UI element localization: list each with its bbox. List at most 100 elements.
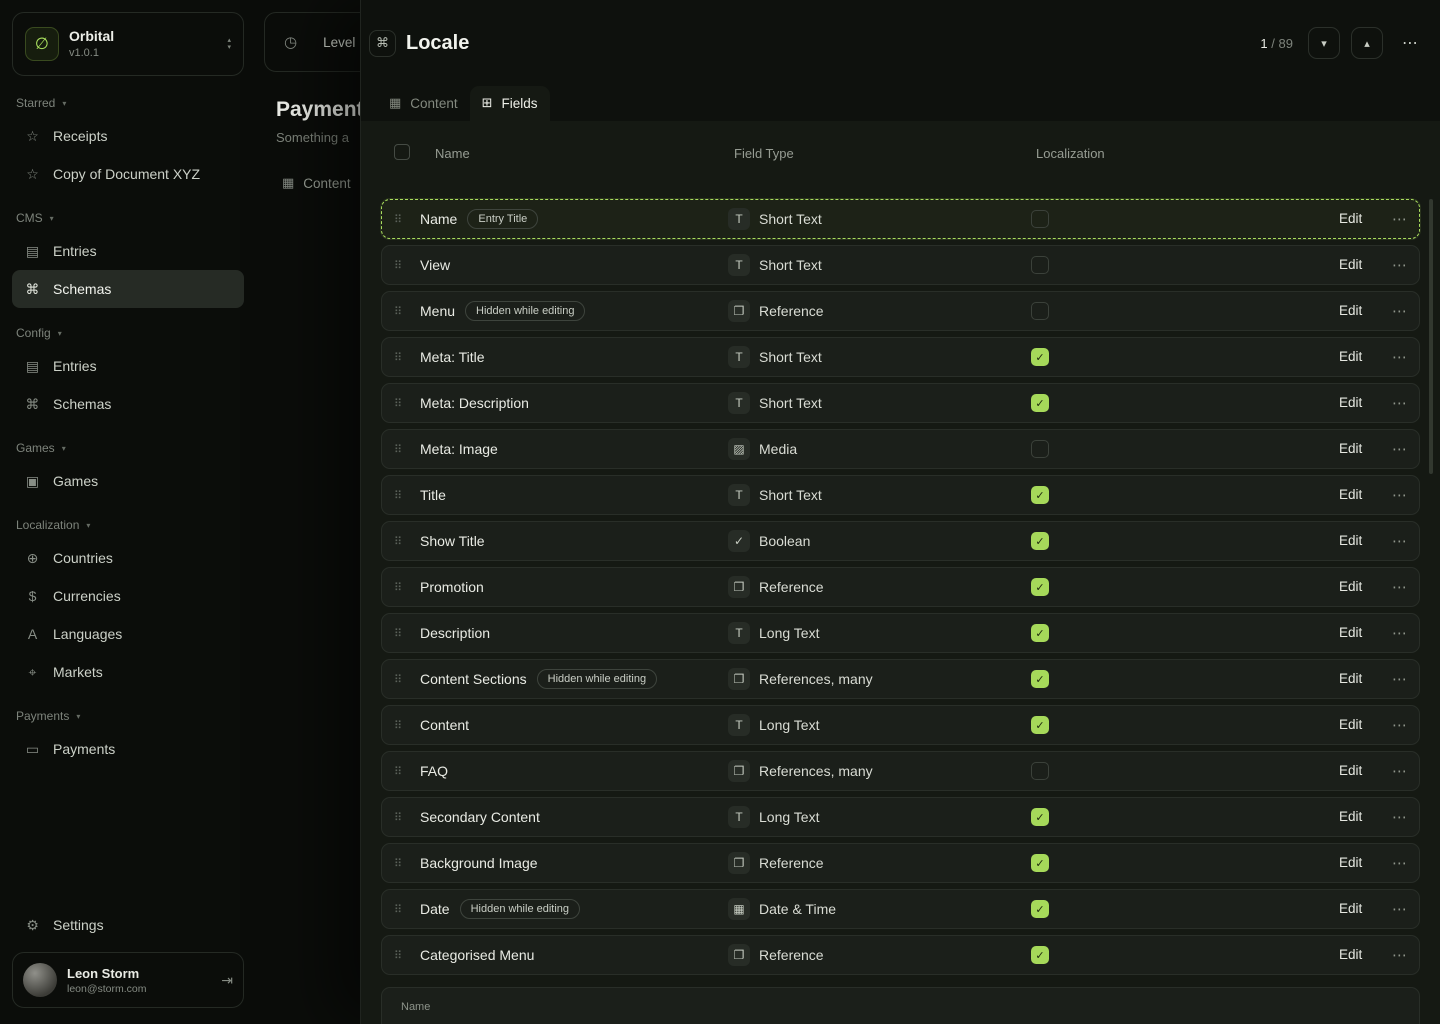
field-row[interactable]: ⠿ Menu Hidden while editing ❐ Reference Edit ⋯ (381, 291, 1420, 331)
sidebar-item-settings[interactable]: ⚙ Settings (12, 906, 244, 944)
sidebar-item-entries[interactable]: ▤ Entries (12, 232, 244, 270)
row-menu-icon[interactable]: ⋯ (1392, 394, 1407, 412)
field-form[interactable]: Name (381, 987, 1420, 1024)
row-menu-icon[interactable]: ⋯ (1392, 302, 1407, 320)
field-row[interactable]: ⠿ FAQ ❐ References, many Edit ⋯ (381, 751, 1420, 791)
sidebar-item-copy-of-document-xyz[interactable]: ☆ Copy of Document XYZ (12, 155, 244, 193)
drag-handle-icon[interactable]: ⠿ (394, 766, 402, 778)
field-row[interactable]: ⠿ Meta: Description T Short Text ✓ Edit ⋯ (381, 383, 1420, 423)
edit-button[interactable]: Edit (1339, 303, 1362, 318)
localization-checkbox[interactable]: ✓ (1031, 670, 1049, 688)
logout-icon[interactable]: ⇥ (221, 972, 233, 989)
localization-checkbox[interactable]: ✓ (1031, 394, 1049, 412)
field-row[interactable]: ⠿ Content T Long Text ✓ Edit ⋯ (381, 705, 1420, 745)
user-card[interactable]: Leon Storm leon@storm.com ⇥ (12, 952, 244, 1008)
localization-checkbox[interactable] (1031, 256, 1049, 274)
edit-button[interactable]: Edit (1339, 349, 1362, 364)
localization-checkbox[interactable]: ✓ (1031, 854, 1049, 872)
drag-handle-icon[interactable]: ⠿ (394, 536, 402, 548)
drag-handle-icon[interactable]: ⠿ (394, 444, 402, 456)
field-row[interactable]: ⠿ Categorised Menu ❐ Reference ✓ Edit ⋯ (381, 935, 1420, 975)
sidebar-item-schemas[interactable]: ⌘ Schemas (12, 270, 244, 308)
localization-checkbox[interactable]: ✓ (1031, 808, 1049, 826)
localization-checkbox[interactable] (1031, 302, 1049, 320)
scrollbar[interactable] (1429, 199, 1433, 474)
drag-handle-icon[interactable]: ⠿ (394, 812, 402, 824)
drag-handle-icon[interactable]: ⠿ (394, 858, 402, 870)
edit-button[interactable]: Edit (1339, 625, 1362, 640)
sidebar-section-starred[interactable]: Starred ▾ (16, 96, 240, 110)
edit-button[interactable]: Edit (1339, 579, 1362, 594)
field-row[interactable]: ⠿ Show Title ✓ Boolean ✓ Edit ⋯ (381, 521, 1420, 561)
sidebar-section-config[interactable]: Config ▾ (16, 326, 240, 340)
sidebar-item-currencies[interactable]: $ Currencies (12, 577, 244, 615)
edit-button[interactable]: Edit (1339, 395, 1362, 410)
edit-button[interactable]: Edit (1339, 763, 1362, 778)
row-menu-icon[interactable]: ⋯ (1392, 808, 1407, 826)
field-row[interactable]: ⠿ Background Image ❐ Reference ✓ Edit ⋯ (381, 843, 1420, 883)
workspace-switcher[interactable]: ∅ Orbital v1.0.1 ▴ ▾ (12, 12, 244, 76)
edit-button[interactable]: Edit (1339, 257, 1362, 272)
drag-handle-icon[interactable]: ⠿ (394, 904, 402, 916)
drag-handle-icon[interactable]: ⠿ (394, 352, 402, 364)
edit-button[interactable]: Edit (1339, 947, 1362, 962)
field-row[interactable]: ⠿ Promotion ❐ Reference ✓ Edit ⋯ (381, 567, 1420, 607)
edit-button[interactable]: Edit (1339, 533, 1362, 548)
localization-checkbox[interactable] (1031, 440, 1049, 458)
edit-button[interactable]: Edit (1339, 901, 1362, 916)
select-all-checkbox[interactable] (394, 143, 410, 160)
sidebar-item-receipts[interactable]: ☆ Receipts (12, 117, 244, 155)
field-row[interactable]: ⠿ Secondary Content T Long Text ✓ Edit ⋯ (381, 797, 1420, 837)
sidebar-item-markets[interactable]: ⌖ Markets (12, 653, 244, 691)
row-menu-icon[interactable]: ⋯ (1392, 670, 1407, 688)
edit-button[interactable]: Edit (1339, 809, 1362, 824)
edit-button[interactable]: Edit (1339, 441, 1362, 456)
sidebar-item-languages[interactable]: A Languages (12, 615, 244, 653)
row-menu-icon[interactable]: ⋯ (1392, 578, 1407, 596)
workspace-expander-icon[interactable]: ▴ ▾ (227, 37, 231, 51)
row-menu-icon[interactable]: ⋯ (1392, 256, 1407, 274)
localization-checkbox[interactable]: ✓ (1031, 348, 1049, 366)
localization-checkbox[interactable] (1031, 210, 1049, 228)
next-entry-button[interactable]: ▾ (1308, 27, 1340, 59)
field-row[interactable]: ⠿ Name Entry Title T Short Text Edit ⋯ (381, 199, 1420, 239)
tab-content[interactable]: ▦ Content (377, 86, 470, 121)
row-menu-icon[interactable]: ⋯ (1392, 946, 1407, 964)
localization-checkbox[interactable]: ✓ (1031, 946, 1049, 964)
row-menu-icon[interactable]: ⋯ (1392, 624, 1407, 642)
more-button[interactable]: ⋯ (1394, 27, 1426, 59)
sidebar-item-countries[interactable]: ⊕ Countries (12, 539, 244, 577)
row-menu-icon[interactable]: ⋯ (1392, 210, 1407, 228)
sidebar-item-schemas[interactable]: ⌘ Schemas (12, 385, 244, 423)
prev-entry-button[interactable]: ▴ (1351, 27, 1383, 59)
localization-checkbox[interactable]: ✓ (1031, 578, 1049, 596)
localization-checkbox[interactable]: ✓ (1031, 624, 1049, 642)
field-row[interactable]: ⠿ Description T Long Text ✓ Edit ⋯ (381, 613, 1420, 653)
field-row[interactable]: ⠿ Content Sections Hidden while editing ❐ Re… (381, 659, 1420, 699)
drag-handle-icon[interactable]: ⠿ (394, 398, 402, 410)
sidebar-section-payments[interactable]: Payments ▾ (16, 709, 240, 723)
sidebar-item-payments[interactable]: ▭ Payments (12, 730, 244, 768)
field-row[interactable]: ⠿ View T Short Text Edit ⋯ (381, 245, 1420, 285)
localization-checkbox[interactable]: ✓ (1031, 716, 1049, 734)
drag-handle-icon[interactable]: ⠿ (394, 214, 402, 226)
row-menu-icon[interactable]: ⋯ (1392, 854, 1407, 872)
sidebar-section-games[interactable]: Games ▾ (16, 441, 240, 455)
field-row[interactable]: ⠿ Meta: Title T Short Text ✓ Edit ⋯ (381, 337, 1420, 377)
drag-handle-icon[interactable]: ⠿ (394, 306, 402, 318)
sidebar-item-games[interactable]: ▣ Games (12, 462, 244, 500)
drag-handle-icon[interactable]: ⠿ (394, 490, 402, 502)
sidebar-section-localization[interactable]: Localization ▾ (16, 518, 240, 532)
drag-handle-icon[interactable]: ⠿ (394, 260, 402, 272)
sidebar-item-entries[interactable]: ▤ Entries (12, 347, 244, 385)
row-menu-icon[interactable]: ⋯ (1392, 440, 1407, 458)
field-row[interactable]: ⠿ Title T Short Text ✓ Edit ⋯ (381, 475, 1420, 515)
drag-handle-icon[interactable]: ⠿ (394, 720, 402, 732)
edit-button[interactable]: Edit (1339, 717, 1362, 732)
drag-handle-icon[interactable]: ⠿ (394, 950, 402, 962)
edit-button[interactable]: Edit (1339, 211, 1362, 226)
row-menu-icon[interactable]: ⋯ (1392, 762, 1407, 780)
localization-checkbox[interactable]: ✓ (1031, 532, 1049, 550)
drag-handle-icon[interactable]: ⠿ (394, 582, 402, 594)
field-row[interactable]: ⠿ Date Hidden while editing ▦ Date & Time ✓ Ed… (381, 889, 1420, 929)
